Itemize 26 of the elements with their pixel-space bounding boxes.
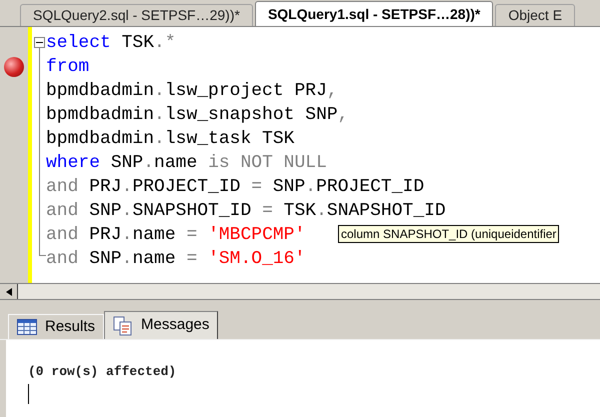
messages-text: (0 row(s) affected) [28,363,178,381]
tab-label: Results [45,316,96,337]
code-line: and PRJ.name = 'MBCPCMP' [46,224,306,247]
scroll-left-button[interactable] [0,284,18,299]
results-tab[interactable]: Results [8,314,104,339]
left-arrow-icon [6,288,12,296]
breakpoint-icon[interactable] [4,57,24,77]
grid-icon [17,319,37,335]
code-line: and SNP.name = 'SM.O_16' [46,248,306,271]
code-line: bpmdbadmin.lsw_task TSK [46,128,294,151]
code-line: where SNP.name is NOT NULL [46,152,327,175]
code-line: select TSK.* [46,32,176,55]
document-tab[interactable]: SQLQuery2.sql - SETPSF…29))* [20,4,253,26]
tab-label: Messages [141,315,210,336]
code-line: and SNP.SNAPSHOT_ID = TSK.SNAPSHOT_ID [46,200,446,223]
tooltip: column SNAPSHOT_ID (uniqueidentifier [338,225,560,243]
text-cursor [28,384,29,404]
code-line: and PRJ.PROJECT_ID = SNP.PROJECT_ID [46,176,424,199]
collapse-icon[interactable] [34,37,45,48]
document-tab[interactable]: SQLQuery1.sql - SETPSF…28))* [254,1,494,26]
messages-icon [113,316,134,336]
results-tab[interactable]: Messages [104,311,218,339]
document-tab[interactable]: Object E [495,4,576,26]
code-line: bpmdbadmin.lsw_project PRJ, [46,80,338,103]
code-line: from [46,56,90,79]
code-line: bpmdbadmin.lsw_snapshot SNP, [46,104,348,127]
